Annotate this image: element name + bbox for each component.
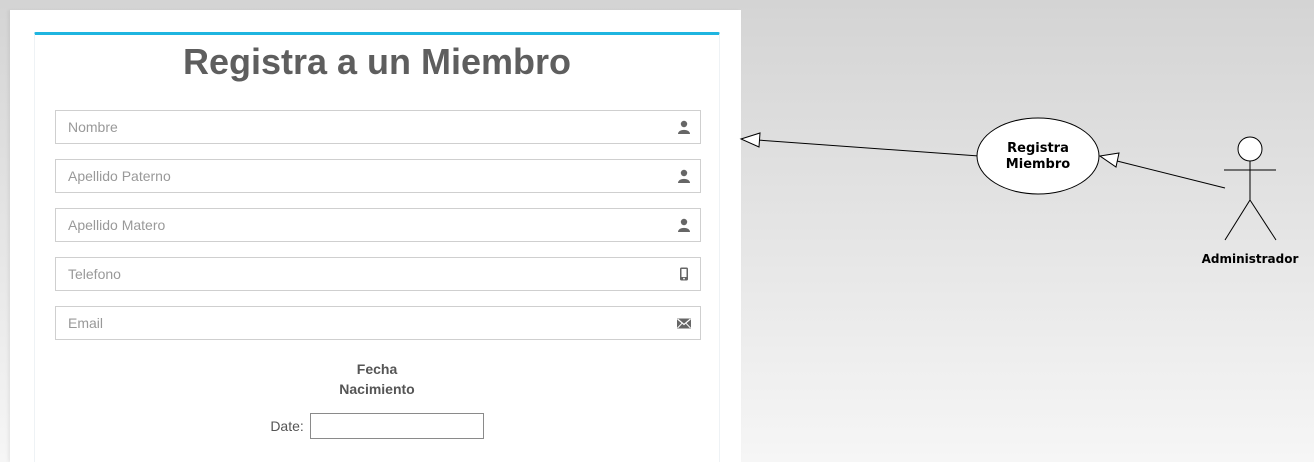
- date-row: Date:: [35, 413, 719, 439]
- association-line-to-form: [756, 139, 980, 157]
- date-input[interactable]: [309, 413, 484, 439]
- nombre-input[interactable]: [56, 111, 668, 143]
- birth-date-label-line2: Nacimiento: [339, 381, 415, 397]
- apellido-materno-field-wrapper: [55, 208, 701, 242]
- actor-label: Administrador: [1202, 252, 1299, 266]
- apellido-paterno-input[interactable]: [56, 160, 668, 192]
- actor-icon: [1224, 136, 1277, 241]
- user-icon: [678, 120, 690, 134]
- telefono-input[interactable]: [56, 258, 668, 290]
- use-case-ellipse: [976, 117, 1100, 195]
- telefono-field-wrapper: [55, 257, 701, 291]
- register-member-form: Registra a un Miembro Nombre Apellido Pa…: [34, 32, 720, 462]
- apellido-paterno-field-wrapper: [55, 159, 701, 193]
- apellido-materno-input[interactable]: [56, 209, 668, 241]
- use-case-diagram: Registra Miembro Administrador: [739, 117, 1299, 266]
- birth-date-label: Fecha Nacimiento: [35, 359, 719, 399]
- nombre-field-wrapper: [55, 110, 701, 144]
- email-field-wrapper: [55, 306, 701, 340]
- association-line-to-use-case: [1116, 160, 1226, 189]
- email-input[interactable]: [56, 307, 668, 339]
- user-icon: [678, 169, 690, 183]
- arrowhead-to-form-icon: [739, 132, 761, 148]
- use-case-label-line1: Registra: [1007, 141, 1069, 156]
- form-title: Registra a un Miembro: [182, 41, 572, 82]
- birth-date-label-line1: Fecha: [356, 361, 398, 377]
- use-case-label-line2: Miembro: [1006, 157, 1070, 172]
- arrowhead-to-use-case-icon: [1098, 152, 1120, 168]
- user-icon: [678, 218, 690, 232]
- date-label: Date:: [270, 418, 304, 434]
- phone-icon: [680, 267, 688, 281]
- envelope-icon: [677, 318, 691, 329]
